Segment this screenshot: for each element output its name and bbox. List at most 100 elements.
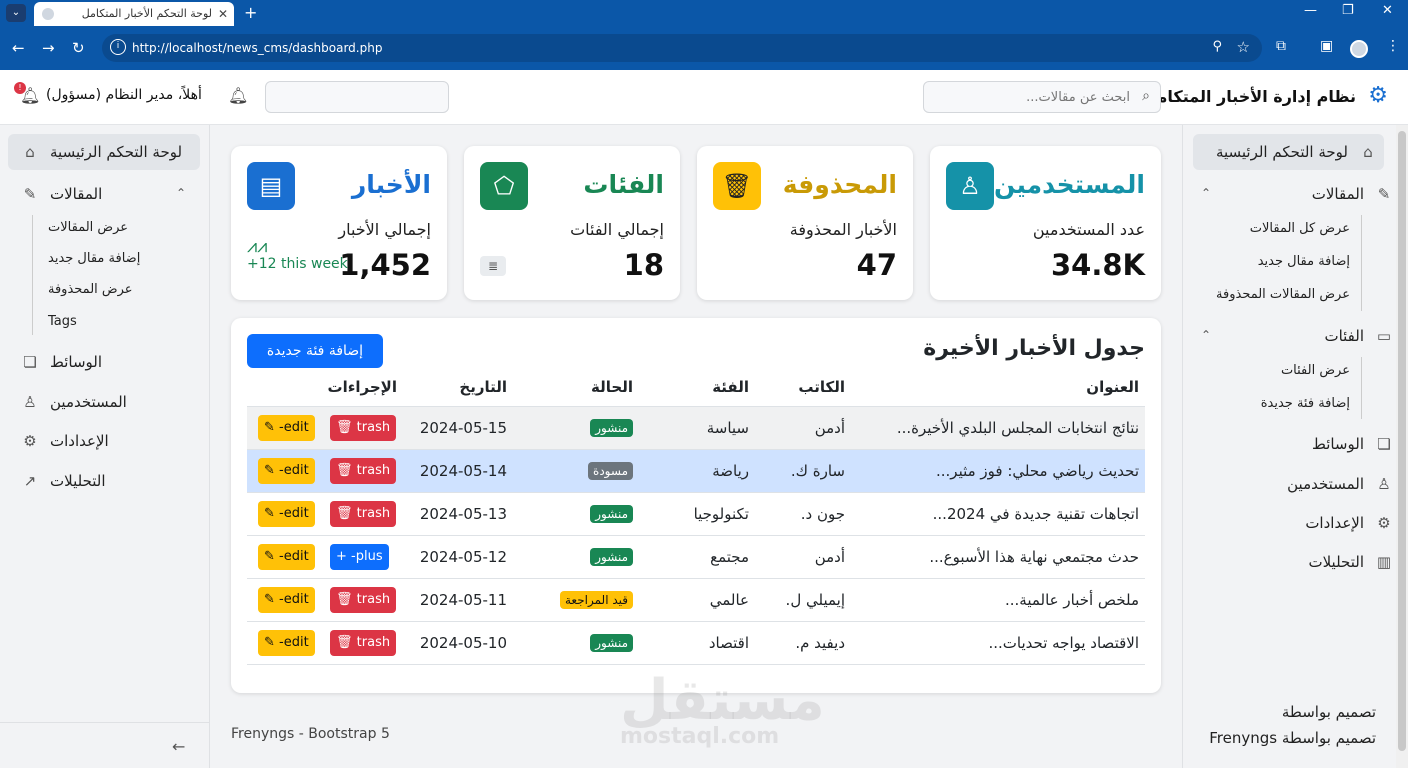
browser-tab[interactable]: لوحة التحكم الأخبار المتكامل ✕: [34, 2, 234, 26]
table-row[interactable]: الاقتصاد يواجه تحديات... ديفيد م. اقتصاد من…: [247, 621, 1145, 664]
sidepanel-icon[interactable]: ▣: [1320, 38, 1333, 54]
add-category-button[interactable]: إضافة فئة جديدة: [247, 334, 383, 368]
table-row[interactable]: اتجاهات تقنية جديدة في 2024... جون د. تكنو…: [247, 492, 1145, 535]
extensions-icon[interactable]: ⧉: [1276, 38, 1286, 54]
stat-card-deleted[interactable]: المحذوفة الأخبار المحذوفة 47 🗑︎: [697, 146, 913, 300]
bell-icon[interactable]: 🔔︎: [228, 86, 248, 105]
left-sub-view-deleted[interactable]: عرض المحذوفة: [48, 282, 133, 297]
site-info-icon[interactable]: i: [110, 39, 126, 55]
right-nav-settings[interactable]: ⚙ الإعدادات: [1305, 505, 1394, 541]
restore-icon[interactable]: ❐: [1342, 3, 1354, 18]
settings-gear-icon: ⚙: [1377, 514, 1391, 532]
header-empty-field[interactable]: [265, 81, 449, 113]
stat-card-news[interactable]: الأخبار إجمالي الأخبار 1,452 ▤ ⩘⩘ +12 th…: [231, 146, 447, 300]
notification-bell-icon[interactable]: 🔔︎!: [14, 82, 40, 105]
window-close-icon[interactable]: ✕: [1382, 3, 1393, 18]
page-scrollbar[interactable]: [1396, 125, 1408, 768]
cell-title[interactable]: حدث مجتمعي نهاية هذا الأسبوع...: [929, 548, 1139, 566]
zoom-icon[interactable]: ⚲: [1212, 39, 1222, 54]
edit-button[interactable]: ✎ -edit: [258, 415, 315, 441]
left-nav-articles-label: المقالات: [50, 185, 103, 203]
edit-button[interactable]: ✎ -edit: [258, 544, 315, 570]
user-icon: ♙: [1377, 475, 1391, 493]
tab-close-icon[interactable]: ✕: [218, 2, 228, 26]
cell-title[interactable]: ملخص أخبار عالمية...: [1005, 591, 1139, 609]
stat-card-users[interactable]: المستخدمين عدد المستخدمين 34.8K ♙: [930, 146, 1161, 300]
left-nav-articles[interactable]: ✎ المقالات: [8, 176, 200, 212]
back-icon[interactable]: ←: [12, 38, 25, 58]
right-nav-categories-label: الفئات: [1324, 327, 1364, 345]
scrollbar-thumb[interactable]: [1398, 131, 1406, 751]
right-nav-media[interactable]: ❏ الوسائط: [1312, 426, 1394, 462]
left-nav-users[interactable]: ♙ المستخدمين: [8, 384, 200, 420]
settings-gear-icon: ⚙: [23, 432, 37, 450]
edit-button[interactable]: ✎ -edit: [258, 630, 315, 656]
pencil-icon: ✎: [264, 463, 275, 478]
forward-icon[interactable]: →: [42, 38, 55, 58]
app-header: ⚙ نظام إدارة الأخبار المتكامل ⌕ 🔔︎ أهلاً…: [0, 70, 1408, 125]
left-sub-view-articles[interactable]: عرض المقالات: [48, 220, 128, 235]
plus-button[interactable]: + -plus: [330, 544, 389, 570]
cell-title[interactable]: نتائج انتخابات المجلس البلدي الأخيرة...: [897, 419, 1139, 437]
tab-list-dropdown[interactable]: ⌄: [6, 4, 26, 22]
url-field[interactable]: i http://localhost/news_cms/dashboard.ph…: [102, 34, 1262, 62]
left-nav-analytics[interactable]: ↗ التحليلات: [8, 463, 200, 499]
left-nav-dashboard-label: لوحة التحكم الرئيسية: [50, 143, 183, 161]
search-input[interactable]: [930, 82, 1130, 112]
table-row[interactable]: تحديث رياضي محلي: فوز مثير... سارة ك. رياض…: [247, 449, 1145, 492]
right-sub-add-article[interactable]: إضافة مقال جديد: [1258, 254, 1350, 269]
left-sub-tags[interactable]: Tags: [48, 314, 77, 329]
trend-up-icon: ⩘⩘: [247, 236, 268, 257]
edit-button[interactable]: ✎ -edit: [258, 458, 315, 484]
cell-author: سارة ك.: [790, 462, 845, 480]
left-nav-media[interactable]: ❏ الوسائط: [8, 344, 200, 380]
chevron-up-icon[interactable]: ⌃: [1201, 186, 1211, 200]
table-row[interactable]: حدث مجتمعي نهاية هذا الأسبوع... أدمن مجتمع…: [247, 535, 1145, 578]
chevron-up-icon-2[interactable]: ⌃: [1201, 328, 1211, 342]
right-nav-users[interactable]: ♙ المستخدمين: [1287, 466, 1394, 502]
cell-title[interactable]: الاقتصاد يواجه تحديات...: [988, 634, 1139, 652]
right-sub-add-category[interactable]: إضافة فئة جديدة: [1261, 396, 1350, 411]
edit-button[interactable]: ✎ -edit: [258, 501, 315, 527]
home-icon: ⌂: [25, 143, 35, 161]
edit-button[interactable]: ✎ -edit: [258, 587, 315, 613]
cell-title[interactable]: تحديث رياضي محلي: فوز مثير...: [936, 462, 1139, 480]
trash-button[interactable]: 🗑︎ trash: [330, 630, 397, 656]
folder-icon: ▭: [1376, 327, 1392, 345]
right-footer-credit-2-label: تصميم بواسطة: [1281, 729, 1376, 747]
trash-button[interactable]: 🗑︎ trash: [330, 501, 397, 527]
left-nav-settings[interactable]: ⚙ الإعدادات: [8, 423, 200, 459]
plus-icon: +: [336, 549, 347, 564]
brand[interactable]: ⚙ نظام إدارة الأخبار المتكامل: [1143, 84, 1388, 108]
right-nav-analytics[interactable]: ▥ التحليلات: [1308, 544, 1394, 580]
collapse-arrow-icon[interactable]: ←: [172, 737, 185, 756]
trash-button[interactable]: 🗑︎ trash: [330, 587, 397, 613]
new-tab-icon[interactable]: +: [244, 2, 257, 24]
user-greeting[interactable]: أهلاً، مدير النظام (مسؤول): [46, 87, 202, 103]
table-row[interactable]: نتائج انتخابات المجلس البلدي الأخيرة... أ…: [247, 406, 1145, 449]
trash-button[interactable]: 🗑︎ trash: [330, 415, 397, 441]
browser-menu-icon[interactable]: ⋮: [1386, 38, 1400, 54]
right-nav-articles[interactable]: ✎ المقالات: [1312, 176, 1394, 212]
stat-card-categories[interactable]: الفئات إجمالي الفئات 18 ⬠ ≣: [464, 146, 680, 300]
left-nav-dashboard[interactable]: ⌂ لوحة التحكم الرئيسية: [8, 134, 200, 170]
left-nav-media-label: الوسائط: [50, 353, 103, 371]
reload-icon[interactable]: ↻: [72, 38, 85, 58]
left-sub-add-article[interactable]: إضافة مقال جديد: [48, 251, 140, 266]
search-box[interactable]: ⌕: [923, 81, 1161, 113]
trash-button[interactable]: 🗑︎ trash: [330, 458, 397, 484]
profile-avatar[interactable]: [1350, 40, 1368, 58]
right-nav-categories[interactable]: ▭ الفئات: [1324, 318, 1394, 354]
th-category: الفئة: [712, 378, 749, 396]
right-sub-view-categories[interactable]: عرض الفئات: [1281, 363, 1350, 378]
action1-label: trash: [356, 592, 391, 607]
bookmark-star-icon[interactable]: ☆: [1237, 38, 1250, 56]
table-row[interactable]: ملخص أخبار عالمية... إيميلي ل. عالمي قيد ال…: [247, 578, 1145, 621]
right-nav-dashboard[interactable]: ⌂ لوحة التحكم الرئيسية: [1193, 134, 1384, 170]
right-nav-settings-label: الإعدادات: [1305, 514, 1364, 532]
cell-title[interactable]: اتجاهات تقنية جديدة في 2024...: [933, 505, 1139, 523]
right-sub-all-articles[interactable]: عرض كل المقالات: [1250, 221, 1350, 236]
minimize-icon[interactable]: —: [1304, 3, 1317, 18]
chevron-up-icon[interactable]: ⌃: [176, 186, 186, 200]
right-sub-deleted-articles[interactable]: عرض المقالات المحذوفة: [1216, 287, 1350, 302]
